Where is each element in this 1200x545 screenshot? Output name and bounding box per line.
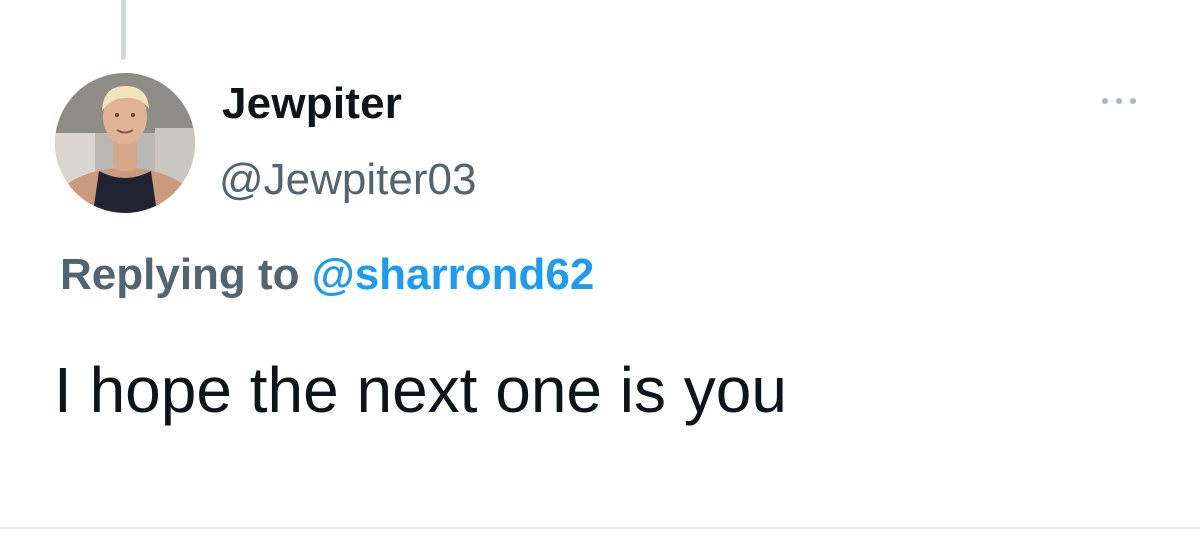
thread-connector-line: [121, 0, 126, 60]
replying-to-label: Replying to: [60, 250, 300, 299]
more-horizontal-icon: [1102, 98, 1136, 104]
author-display-name[interactable]: Jewpiter: [222, 78, 402, 130]
replying-to-line: Replying to @sharrond62: [60, 249, 594, 301]
more-options-button[interactable]: [1092, 86, 1146, 116]
tweet-text: I hope the next one is you: [54, 354, 787, 426]
divider: [0, 527, 1200, 529]
avatar[interactable]: [55, 73, 195, 213]
avatar-photo-icon: [55, 73, 195, 213]
author-handle[interactable]: @Jewpiter03: [219, 154, 476, 206]
reply-mention-link[interactable]: @sharrond62: [312, 250, 595, 299]
